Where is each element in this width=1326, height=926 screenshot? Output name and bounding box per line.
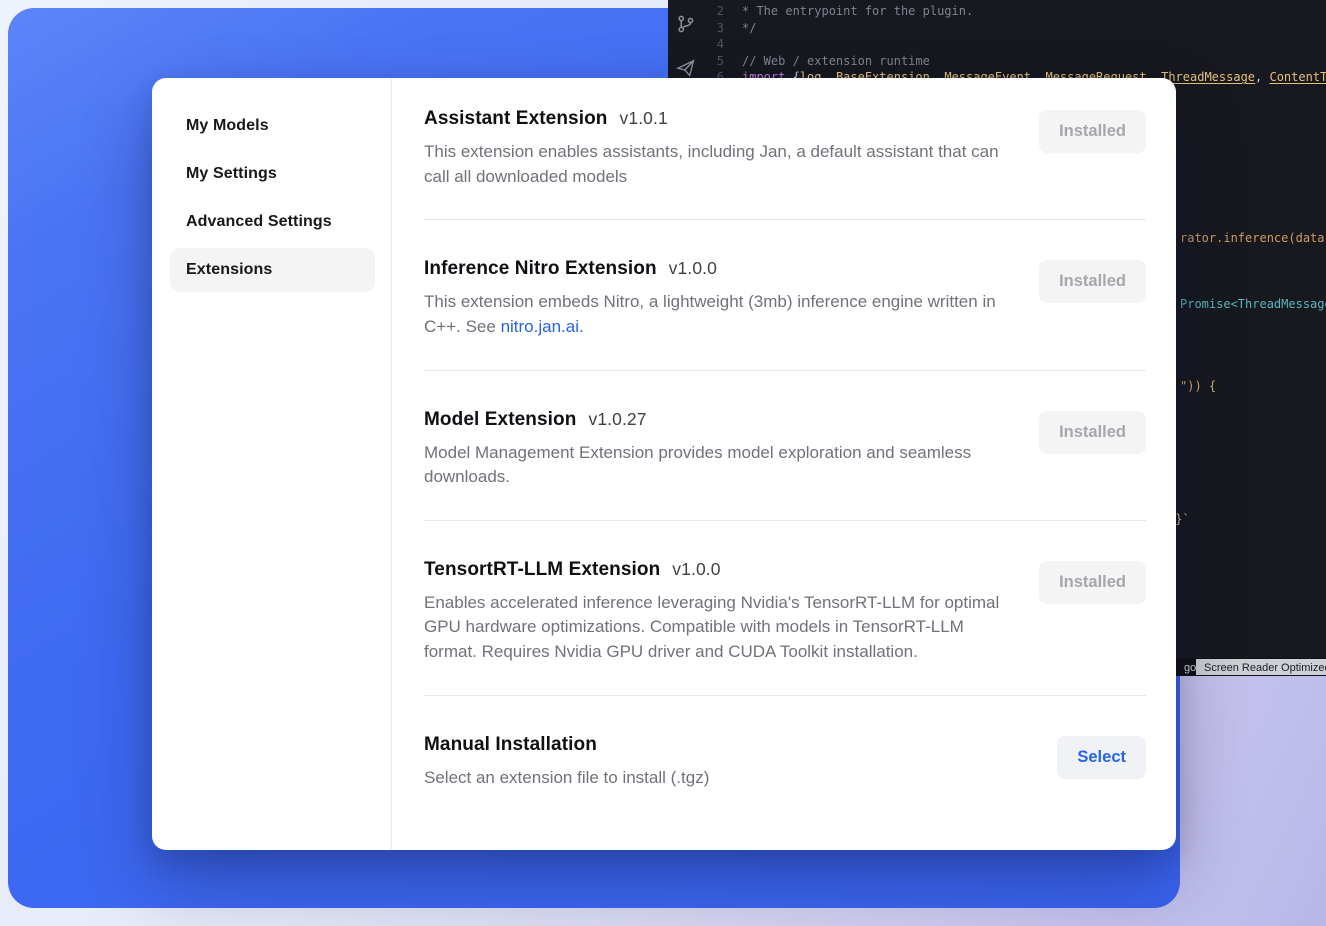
- extensions-panel: Assistant Extension v1.0.1 This extension…: [392, 78, 1176, 850]
- extension-title: Assistant Extension v1.0.1: [424, 108, 1009, 130]
- extension-row-tensorrt-llm: TensortRT-LLM Extension v1.0.0 Enables ac…: [424, 559, 1146, 665]
- extension-title: Inference Nitro Extension v1.0.0: [424, 258, 1009, 280]
- sidebar-item-my-settings[interactable]: My Settings: [170, 152, 375, 196]
- code-fragment: Promise<ThreadMessage>: [1180, 296, 1326, 313]
- installed-button[interactable]: Installed: [1039, 110, 1146, 153]
- extension-description: This extension embeds Nitro, a lightweig…: [424, 290, 1009, 339]
- installed-button[interactable]: Installed: [1039, 260, 1146, 303]
- extension-name: TensortRT-LLM Extension: [424, 559, 660, 580]
- line-number: 3: [704, 20, 742, 37]
- extension-title: Manual Installation: [424, 734, 709, 756]
- source-control-icon[interactable]: [676, 14, 696, 34]
- extension-description: Select an extension file to install (.tg…: [424, 766, 709, 791]
- status-text: go: [1184, 660, 1196, 676]
- extension-row-model: Model Extension v1.0.27 Model Management …: [424, 409, 1146, 490]
- divider: [424, 695, 1146, 696]
- extension-title: TensortRT-LLM Extension v1.0.0: [424, 559, 1009, 581]
- extension-row-inference-nitro: Inference Nitro Extension v1.0.0 This ext…: [424, 258, 1146, 339]
- screen-reader-chip[interactable]: Screen Reader Optimized: [1196, 659, 1326, 675]
- code-line: 4: [704, 36, 1326, 53]
- extension-name: Model Extension: [424, 409, 576, 430]
- extension-description: Model Management Extension provides mode…: [424, 441, 1009, 490]
- desktop-background: 2 * The entrypoint for the plugin. 3 */ …: [0, 0, 1326, 926]
- code-line: 5 // Web / extension runtime: [704, 53, 1326, 70]
- extension-description: Enables accelerated inference leveraging…: [424, 591, 1009, 665]
- installed-button[interactable]: Installed: [1039, 561, 1146, 604]
- import-name: ThreadMessage: [1161, 70, 1255, 84]
- import-name: ContentType: [1269, 70, 1326, 84]
- nitro-jan-ai-link[interactable]: nitro.jan.ai.: [501, 317, 584, 336]
- code-fragment: rator.inference(data));: [1180, 230, 1326, 247]
- line-number: 5: [704, 53, 742, 70]
- extension-version: v1.0.0: [672, 559, 720, 579]
- extension-info: TensortRT-LLM Extension v1.0.0 Enables ac…: [424, 559, 1009, 665]
- send-icon[interactable]: [676, 58, 696, 78]
- settings-modal: My Models My Settings Advanced Settings …: [152, 78, 1176, 850]
- settings-sidebar: My Models My Settings Advanced Settings …: [152, 78, 392, 850]
- code-text: * The entrypoint for the plugin.: [742, 3, 973, 20]
- extension-info: Assistant Extension v1.0.1 This extension…: [424, 108, 1009, 189]
- code-fragment: ")) {: [1180, 378, 1216, 395]
- code-line: 2 * The entrypoint for the plugin.: [704, 3, 1326, 20]
- extension-name: Manual Installation: [424, 734, 597, 755]
- code-area: 2 * The entrypoint for the plugin. 3 */ …: [704, 3, 1326, 86]
- extension-name: Inference Nitro Extension: [424, 258, 657, 279]
- extension-description: This extension enables assistants, inclu…: [424, 140, 1009, 189]
- extension-info: Model Extension v1.0.27 Model Management …: [424, 409, 1009, 490]
- sidebar-item-my-models[interactable]: My Models: [170, 104, 375, 148]
- punct: ,: [1255, 70, 1269, 84]
- divider: [424, 370, 1146, 371]
- code-text: // Web / extension runtime: [742, 53, 930, 70]
- code-text: */: [742, 20, 756, 37]
- sidebar-item-advanced-settings[interactable]: Advanced Settings: [170, 200, 375, 244]
- line-number: 2: [704, 3, 742, 20]
- extension-version: v1.0.1: [620, 108, 668, 128]
- installed-button[interactable]: Installed: [1039, 411, 1146, 454]
- sidebar-item-extensions[interactable]: Extensions: [170, 248, 375, 292]
- divider: [424, 520, 1146, 521]
- extension-version: v1.0.27: [588, 409, 646, 429]
- select-file-button[interactable]: Select: [1057, 736, 1146, 779]
- extension-name: Assistant Extension: [424, 108, 608, 129]
- extension-row-assistant: Assistant Extension v1.0.1 This extension…: [424, 108, 1146, 189]
- extension-version: v1.0.0: [669, 258, 717, 278]
- extension-info: Manual Installation Select an extension …: [424, 734, 709, 791]
- extension-info: Inference Nitro Extension v1.0.0 This ext…: [424, 258, 1009, 339]
- manual-installation-row: Manual Installation Select an extension …: [424, 734, 1146, 791]
- extension-title: Model Extension v1.0.27: [424, 409, 1009, 431]
- divider: [424, 219, 1146, 220]
- line-number: 4: [704, 36, 742, 53]
- code-line: 3 */: [704, 20, 1326, 37]
